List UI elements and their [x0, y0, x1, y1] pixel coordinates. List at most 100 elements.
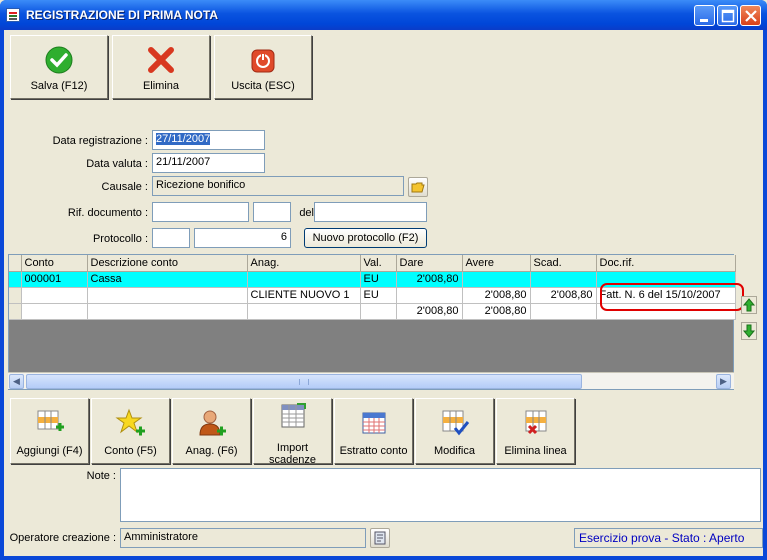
estratto-conto-button[interactable]: Estratto conto — [334, 398, 413, 464]
col-header[interactable]: Descrizione conto — [87, 255, 248, 272]
grid-cell[interactable]: EU — [360, 271, 397, 288]
scroll-left-button[interactable]: ◀ — [9, 374, 24, 389]
highlight-annotation — [600, 283, 744, 311]
col-header[interactable]: Anag. — [247, 255, 361, 272]
aggiungi-label: Aggiungi (F4) — [16, 445, 83, 457]
rif-documento-date-field[interactable] — [314, 202, 427, 222]
grid-cell[interactable] — [462, 271, 531, 288]
grid-cell[interactable]: 2'008,80 — [396, 271, 463, 288]
elimina-linea-label: Elimina linea — [504, 445, 567, 457]
exit-button[interactable]: Uscita (ESC) — [214, 35, 312, 99]
data-valuta-field[interactable]: 21/11/2007 — [152, 153, 265, 173]
grid-cell[interactable] — [360, 303, 397, 320]
grid-header-indicator — [9, 255, 22, 272]
move-row-down-button[interactable] — [741, 322, 757, 340]
causale-browse-button[interactable] — [408, 177, 428, 197]
elimina-linea-button[interactable]: Elimina linea — [496, 398, 575, 464]
grid-horizontal-scrollbar[interactable]: ◀ ▶ — [8, 372, 734, 389]
move-row-up-button[interactable] — [741, 296, 757, 314]
col-header[interactable]: Avere — [462, 255, 531, 272]
aggiungi-button[interactable]: Aggiungi (F4) — [10, 398, 89, 464]
rif-documento-suffix-field[interactable] — [253, 202, 291, 222]
col-header[interactable]: Conto — [21, 255, 88, 272]
grid-cell[interactable]: Cassa — [87, 271, 248, 288]
import-label-line1: Import — [276, 442, 309, 454]
protocollo-label: Protocollo : — [92, 233, 148, 245]
grid-cell[interactable] — [530, 303, 597, 320]
client-area: Salva (F12) Elimina Uscita (ESC) Data re… — [4, 30, 763, 556]
grid-cell[interactable] — [21, 303, 88, 320]
modifica-label: Modifica — [434, 445, 475, 457]
import-label-line2: scadenze — [268, 454, 317, 466]
arrow-down-icon — [742, 324, 756, 338]
grid-cell[interactable]: 2'008,80 — [462, 287, 531, 304]
app-icon — [6, 8, 20, 22]
modifica-button[interactable]: Modifica — [415, 398, 494, 464]
grid-cell[interactable]: 2'008,80 — [530, 287, 597, 304]
row-indicator[interactable] — [9, 271, 22, 288]
anag-button[interactable]: Anag. (F6) — [172, 398, 251, 464]
protocollo-prefix-field[interactable] — [152, 228, 190, 248]
conto-label: Conto (F5) — [104, 445, 157, 457]
check-icon — [45, 46, 73, 74]
grid-cell[interactable] — [87, 287, 248, 304]
row-indicator[interactable] — [9, 287, 22, 304]
rif-documento-label: Rif. documento : — [67, 207, 148, 219]
notes-label: Note : — [86, 470, 116, 482]
operatore-label: Operatore creazione : — [9, 532, 116, 544]
grid-cell[interactable]: 000001 — [21, 271, 88, 288]
grid-cell[interactable] — [21, 287, 88, 304]
status-text: Esercizio prova - Stato : Aperto — [574, 528, 763, 548]
conto-button[interactable]: Conto (F5) — [91, 398, 170, 464]
grid-header: Conto Descrizione conto Anag. Val. Dare … — [9, 255, 736, 272]
col-header[interactable]: Doc.rif. — [596, 255, 736, 272]
causale-field[interactable]: Ricezione bonifico — [152, 176, 404, 196]
minimize-button[interactable] — [694, 5, 715, 26]
col-header[interactable]: Scad. — [530, 255, 597, 272]
nuovo-protocollo-button[interactable]: Nuovo protocollo (F2) — [304, 228, 427, 248]
folder-icon — [411, 182, 425, 193]
arrow-up-icon — [742, 298, 756, 312]
grid-cell[interactable]: EU — [360, 287, 397, 304]
scroll-thumb[interactable] — [26, 374, 582, 389]
col-header[interactable]: Val. — [360, 255, 397, 272]
grid-cell[interactable]: 2'008,80 — [462, 303, 531, 320]
edit-check-icon — [442, 410, 469, 436]
grid-cell[interactable]: 2'008,80 — [396, 303, 463, 320]
grid-cell[interactable]: CLIENTE NUOVO 1 — [247, 287, 361, 304]
data-registrazione-value: 27/11/2007 — [156, 133, 211, 145]
exit-label: Uscita (ESC) — [231, 80, 295, 92]
scroll-right-button[interactable]: ▶ — [716, 374, 731, 389]
operatore-field[interactable]: Amministratore — [120, 528, 366, 548]
maximize-button[interactable] — [717, 5, 738, 26]
power-icon — [251, 49, 275, 73]
grid-cell[interactable] — [247, 271, 361, 288]
grid-cell[interactable] — [396, 287, 463, 304]
causale-label: Causale : — [101, 181, 148, 193]
protocollo-field[interactable]: 6 — [194, 228, 291, 248]
calendar-icon — [362, 412, 385, 434]
grid-cell[interactable] — [247, 303, 361, 320]
data-registrazione-field[interactable]: 27/11/2007 — [152, 130, 265, 150]
data-valuta-label: Data valuta : — [86, 158, 148, 170]
grid-cell[interactable] — [87, 303, 248, 320]
entries-grid[interactable]: Conto Descrizione conto Anag. Val. Dare … — [8, 254, 736, 390]
rif-documento-field[interactable] — [152, 202, 249, 222]
notes-textarea[interactable] — [120, 468, 761, 522]
delete-button[interactable]: Elimina — [112, 35, 210, 99]
delete-x-icon — [148, 47, 174, 73]
operatore-info-button[interactable] — [370, 528, 390, 548]
import-scadenze-button[interactable]: Import scadenze — [253, 398, 332, 466]
delete-row-icon — [525, 410, 546, 435]
add-row-icon — [37, 410, 64, 431]
document-icon — [374, 531, 386, 545]
anag-label: Anag. (F6) — [185, 445, 238, 457]
title-bar[interactable]: REGISTRAZIONE DI PRIMA NOTA — [0, 0, 767, 30]
star-add-icon — [114, 408, 145, 436]
close-button[interactable] — [740, 5, 761, 26]
del-label: del — [299, 207, 314, 219]
grid-cell[interactable] — [530, 271, 597, 288]
save-button[interactable]: Salva (F12) — [10, 35, 108, 99]
row-indicator[interactable] — [9, 303, 22, 320]
col-header[interactable]: Dare — [396, 255, 463, 272]
